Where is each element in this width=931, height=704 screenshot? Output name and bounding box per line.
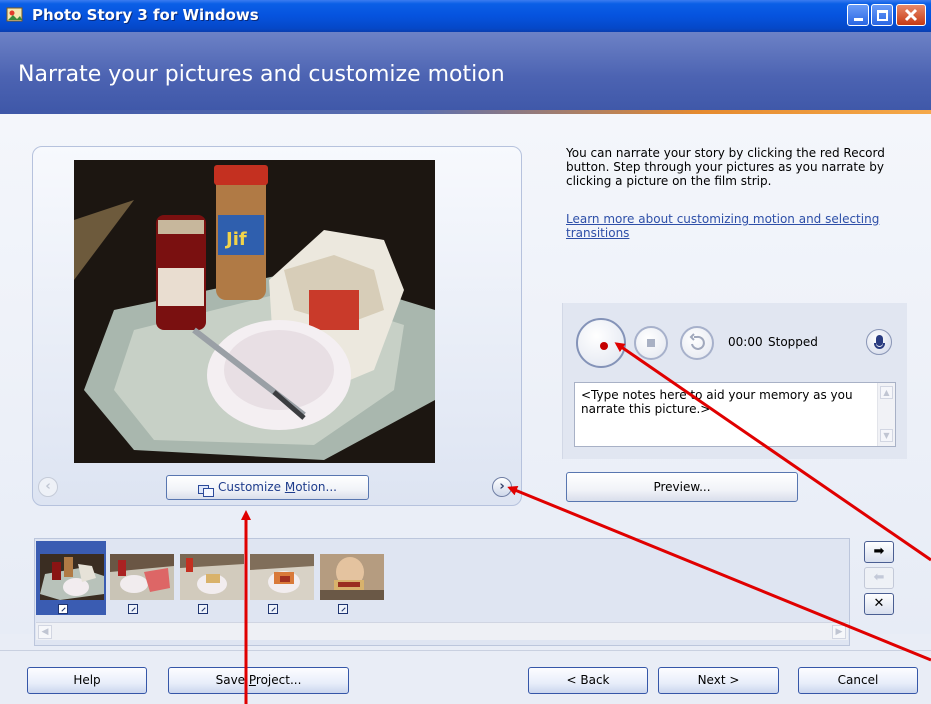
learn-more-link[interactable]: Learn more about customizing motion and … [566, 212, 906, 240]
scroll-right-icon[interactable]: ▶ [832, 625, 846, 639]
photo-story-app-icon [6, 7, 23, 22]
svg-text:Jif: Jif [224, 229, 247, 250]
current-picture: Jif [74, 160, 435, 463]
edit-picture-icon[interactable] [198, 604, 208, 614]
record-button[interactable] [576, 318, 626, 368]
help-button[interactable]: Help [27, 667, 147, 694]
arrow-left-icon: ⬅ [873, 570, 885, 585]
record-icon [600, 342, 608, 350]
preview-button[interactable]: Preview... [566, 472, 798, 502]
film-strip-thumbnail[interactable] [40, 554, 104, 600]
arrow-right-icon: ➡ [873, 544, 885, 559]
notes-scrollbar[interactable]: ▲ ▼ [877, 383, 895, 446]
save-project-button[interactable]: Save Project... [168, 667, 349, 694]
customize-motion-button[interactable]: Customize Motion... [166, 475, 369, 500]
move-picture-left-button[interactable]: ⬅ [864, 567, 894, 589]
next-button[interactable]: Next > [658, 667, 779, 694]
chevron-right-icon: › [499, 479, 505, 494]
scroll-left-icon[interactable]: ◀ [38, 625, 52, 639]
minimize-button[interactable] [847, 4, 869, 26]
film-strip-scrollbar[interactable]: ◀ ▶ [36, 622, 848, 640]
save-label-pre: Save [215, 673, 249, 687]
picture-image: Jif [74, 160, 435, 463]
stop-button[interactable] [634, 326, 668, 360]
title-bar: Photo Story 3 for Windows [0, 0, 931, 32]
window-title: Photo Story 3 for Windows [32, 6, 259, 24]
next-picture-button[interactable]: › [492, 477, 512, 497]
customize-label-pre: Customize [218, 480, 285, 494]
film-strip-thumbnail[interactable] [320, 554, 384, 600]
remove-picture-button[interactable]: ✕ [864, 593, 894, 615]
undo-icon [689, 333, 705, 350]
microphone-settings-button[interactable] [866, 329, 892, 355]
customize-label-post: otion... [295, 480, 337, 494]
page-header: Narrate your pictures and customize moti… [0, 32, 931, 114]
save-label-accel: P [248, 673, 256, 687]
previous-picture-button[interactable]: ‹ [38, 477, 58, 497]
customize-label-accel: M [284, 480, 296, 494]
chevron-left-icon: ‹ [45, 479, 51, 494]
page-title: Narrate your pictures and customize moti… [18, 62, 505, 87]
film-strip-thumbnail[interactable] [250, 554, 314, 600]
customize-motion-icon [198, 482, 215, 497]
undo-narration-button[interactable] [680, 326, 714, 360]
maximize-button[interactable] [871, 4, 893, 26]
edit-picture-icon[interactable] [58, 604, 68, 614]
film-strip-thumbnail[interactable] [180, 554, 244, 600]
edit-picture-icon[interactable] [268, 604, 278, 614]
cancel-button[interactable]: Cancel [798, 667, 918, 694]
scroll-up-icon[interactable]: ▲ [880, 386, 893, 399]
stop-icon [647, 339, 655, 347]
instructions-text: You can narrate your story by clicking t… [566, 146, 885, 188]
close-icon [904, 8, 918, 22]
move-picture-right-button[interactable]: ➡ [864, 541, 894, 563]
narration-notes-field[interactable]: <Type notes here to aid your memory as y… [574, 382, 896, 447]
back-button[interactable]: < Back [528, 667, 648, 694]
scroll-down-icon[interactable]: ▼ [880, 429, 893, 442]
close-button[interactable] [896, 4, 926, 26]
save-label-post: roject... [255, 673, 302, 687]
edit-picture-icon[interactable] [338, 604, 348, 614]
recording-status: Stopped [768, 335, 818, 349]
edit-picture-icon[interactable] [128, 604, 138, 614]
delete-x-icon: ✕ [873, 596, 885, 611]
narration-timer: 00:00 [728, 335, 763, 349]
notes-text: <Type notes here to aid your memory as y… [581, 388, 853, 416]
film-strip-thumbnail[interactable] [110, 554, 174, 600]
